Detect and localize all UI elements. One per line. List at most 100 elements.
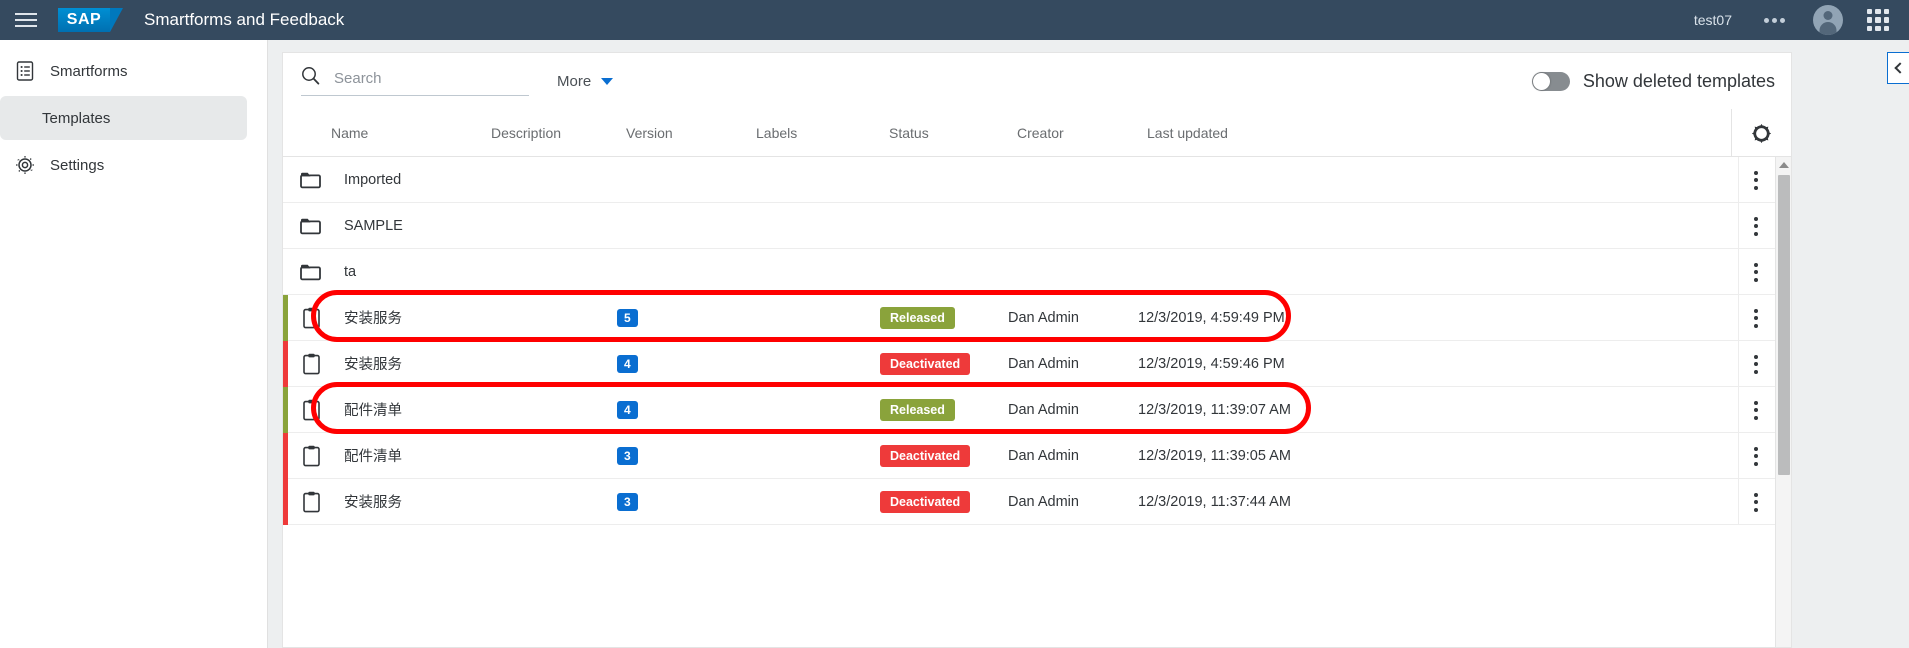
template-name: 配件清单 <box>344 449 402 465</box>
column-header-last-updated[interactable]: Last updated <box>1147 125 1347 141</box>
row-status-bar <box>283 294 288 341</box>
application-root: SAP Smartforms and Feedback test07 Smart… <box>0 0 1909 648</box>
status-badge: Deactivated <box>880 352 971 375</box>
sidebar-item-label: Smartforms <box>50 62 128 80</box>
row-kebab-menu-icon[interactable] <box>1739 157 1773 203</box>
template-creator: Dan Admin <box>1008 401 1079 418</box>
gear-icon <box>14 154 36 176</box>
column-header-version[interactable]: Version <box>626 125 756 141</box>
gear-icon <box>1751 123 1772 143</box>
template-row[interactable]: 配件清单 3 Deactivated Dan Admin 12/3/2019, 11:3… <box>283 432 1791 479</box>
toolbar-right-group: Show deleted templates <box>1531 70 1775 92</box>
template-creator: Dan Admin <box>1008 355 1079 372</box>
user-name[interactable]: test07 <box>1694 12 1732 28</box>
version-badge: 4 <box>617 400 638 419</box>
template-last-updated: 12/3/2019, 4:59:49 PM <box>1138 309 1285 326</box>
folder-name: SAMPLE <box>344 217 403 234</box>
clipboard-icon <box>300 307 322 329</box>
table-header-row: Name Description Version Labels Status C… <box>283 109 1791 157</box>
row-status-bar <box>283 432 288 479</box>
clipboard-icon <box>300 399 322 421</box>
status-badge: Released <box>880 306 955 329</box>
user-avatar-icon[interactable] <box>1813 5 1843 35</box>
column-header-name[interactable]: Name <box>331 125 491 141</box>
sidebar: Smartforms Templates Settings <box>0 40 268 648</box>
clipboard-icon <box>300 445 322 467</box>
ellipsis-icon[interactable] <box>1762 10 1787 31</box>
collapse-panel-button[interactable] <box>1887 52 1909 84</box>
sap-logo-text: SAP <box>66 11 102 28</box>
row-status-bar <box>283 340 288 387</box>
version-badge: 3 <box>617 446 638 465</box>
folder-icon <box>300 171 322 189</box>
chevron-left-icon <box>1894 62 1906 74</box>
show-deleted-templates-label: Show deleted templates <box>1582 70 1775 91</box>
more-label: More <box>557 72 592 90</box>
sidebar-item-templates[interactable]: Templates <box>0 96 247 140</box>
app-title: Smartforms and Feedback <box>144 10 345 29</box>
content-area: More Show deleted templates Name Descrip… <box>268 40 1909 648</box>
sidebar-item-smartforms[interactable]: Smartforms <box>0 49 247 93</box>
template-name: 配件清单 <box>344 403 402 419</box>
clipboard-icon <box>300 353 322 375</box>
template-last-updated: 12/3/2019, 4:59:46 PM <box>1138 355 1285 372</box>
template-row[interactable]: 安装服务 4 Deactivated Dan Admin 12/3/2019, 4:59… <box>283 340 1791 387</box>
grid-apps-icon[interactable] <box>1867 9 1889 31</box>
folder-row[interactable]: SAMPLE <box>283 203 1791 249</box>
search-icon <box>301 66 320 90</box>
row-kebab-menu-icon[interactable] <box>1739 249 1773 295</box>
search-input[interactable] <box>334 69 514 87</box>
row-kebab-menu-icon[interactable] <box>1739 387 1773 433</box>
row-status-bar <box>283 203 288 249</box>
template-name: 安装服务 <box>344 495 402 511</box>
folder-icon <box>300 217 322 235</box>
vertical-scrollbar[interactable] <box>1775 157 1791 647</box>
version-badge: 3 <box>617 492 638 511</box>
template-creator: Dan Admin <box>1008 493 1079 510</box>
folder-row[interactable]: ta <box>283 249 1791 295</box>
sidebar-item-label: Settings <box>50 156 105 174</box>
column-header-creator[interactable]: Creator <box>1017 125 1147 141</box>
search-field[interactable] <box>301 66 529 96</box>
template-creator: Dan Admin <box>1008 447 1079 464</box>
sidebar-item-label: Templates <box>42 109 111 127</box>
scroll-up-arrow-icon[interactable] <box>1778 162 1789 168</box>
row-kebab-menu-icon[interactable] <box>1739 203 1773 249</box>
row-status-bar <box>283 249 288 295</box>
column-header-status[interactable]: Status <box>889 125 1017 141</box>
column-header-description[interactable]: Description <box>491 125 626 141</box>
templates-toolbar: More Show deleted templates <box>283 53 1791 109</box>
row-kebab-menu-icon[interactable] <box>1739 295 1773 341</box>
sap-logo[interactable]: SAP <box>58 8 123 32</box>
template-last-updated: 12/3/2019, 11:37:44 AM <box>1138 493 1291 510</box>
table-settings-button[interactable] <box>1731 109 1791 157</box>
list-document-icon <box>14 60 36 82</box>
row-kebab-menu-icon[interactable] <box>1739 433 1773 479</box>
template-row[interactable]: 配件清单 4 Released Dan Admin 12/3/2019, 11:39:0… <box>283 386 1791 433</box>
template-last-updated: 12/3/2019, 11:39:07 AM <box>1138 401 1291 418</box>
column-header-labels[interactable]: Labels <box>756 125 889 141</box>
show-deleted-templates-toggle[interactable] <box>1531 71 1570 91</box>
clipboard-icon <box>300 491 322 513</box>
toggle-knob <box>1532 72 1550 90</box>
template-name: 安装服务 <box>344 311 402 327</box>
more-filters-button[interactable]: More <box>557 72 614 90</box>
folder-row[interactable]: Imported <box>283 157 1791 203</box>
row-kebab-menu-icon[interactable] <box>1739 479 1773 525</box>
folder-name: Imported <box>344 171 402 188</box>
version-badge: 4 <box>617 354 638 373</box>
version-badge: 5 <box>617 308 638 327</box>
row-status-bar <box>283 478 288 525</box>
row-status-bar <box>283 386 288 433</box>
scrollbar-thumb[interactable] <box>1778 175 1790 475</box>
template-row[interactable]: 安装服务 5 Released Dan Admin 12/3/2019, 4:59:49… <box>283 294 1791 341</box>
sidebar-item-settings[interactable]: Settings <box>0 143 247 187</box>
template-row[interactable]: 安装服务 3 Deactivated Dan Admin 12/3/2019, 11:3… <box>283 478 1791 525</box>
row-kebab-menu-icon[interactable] <box>1739 341 1773 387</box>
status-badge: Deactivated <box>880 490 971 513</box>
hamburger-menu-icon[interactable] <box>0 0 52 40</box>
template-creator: Dan Admin <box>1008 309 1079 326</box>
row-status-bar <box>283 157 288 203</box>
templates-table-body: Imported SAMPLE ta 安装服务 5 Released Dan Admi… <box>283 157 1791 525</box>
shell-header: SAP Smartforms and Feedback test07 <box>0 0 1909 40</box>
